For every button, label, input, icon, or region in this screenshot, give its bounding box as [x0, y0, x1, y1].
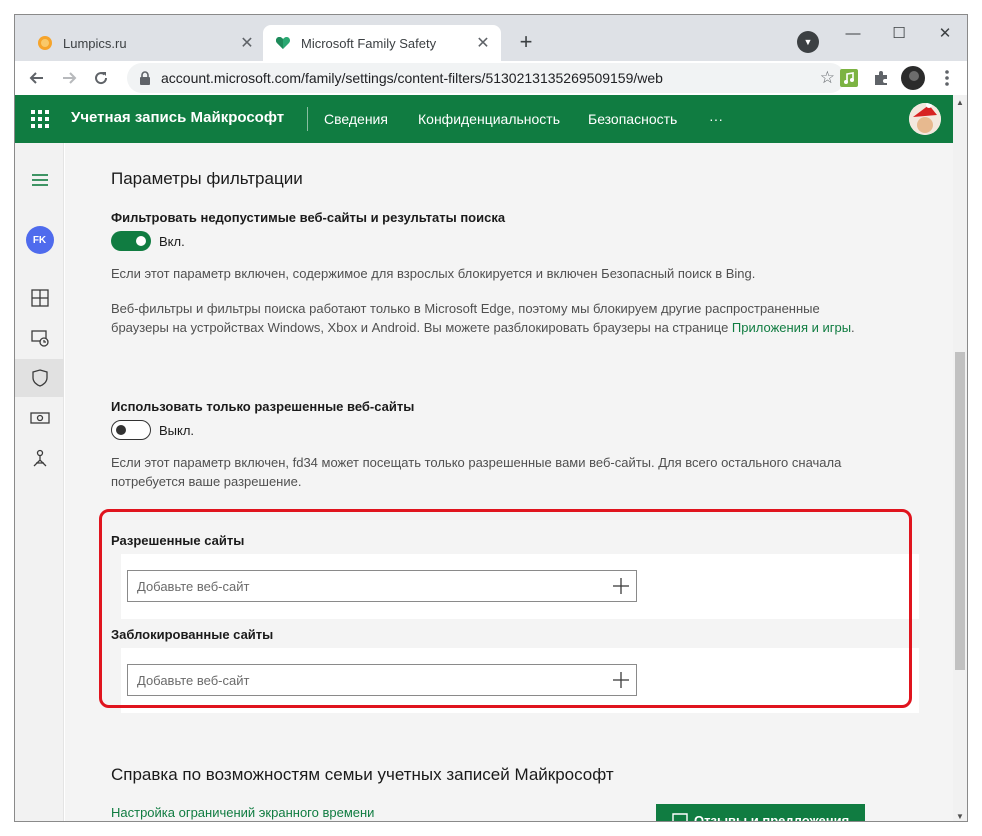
- allowed-site-placeholder: Добавьте веб-сайт: [137, 578, 250, 594]
- lock-icon: [140, 71, 150, 85]
- page-scrollbar[interactable]: ▲ ▼: [953, 95, 967, 821]
- url-text: account.microsoft.com/family/settings/co…: [161, 70, 663, 86]
- nav-info[interactable]: Сведения: [324, 111, 388, 127]
- nav-security[interactable]: Безопасность: [588, 111, 677, 127]
- allowed-site-input[interactable]: Добавьте веб-сайт: [127, 570, 637, 602]
- back-arrow-icon[interactable]: [23, 64, 51, 92]
- scrollbar-thumb[interactable]: [955, 352, 965, 670]
- blocked-site-placeholder: Добавьте веб-сайт: [137, 672, 250, 688]
- reload-icon[interactable]: [87, 64, 115, 92]
- music-extension-icon[interactable]: [839, 68, 859, 88]
- tab-family-safety[interactable]: Microsoft Family Safety ✕: [263, 25, 501, 61]
- tab-title: Microsoft Family Safety: [301, 35, 437, 51]
- app-header: Учетная запись Майкрософт Сведения Конфи…: [15, 95, 953, 143]
- allowed-only-label: Использовать только разрешенные веб-сайт…: [111, 399, 415, 414]
- feedback-button[interactable]: Отзывы и предложения: [656, 804, 866, 822]
- member-initials: FK: [25, 226, 54, 254]
- tab-title: Lumpics.ru: [63, 35, 127, 51]
- bookmark-star-icon[interactable]: ☆: [820, 68, 835, 88]
- family-safety-heart-icon: [275, 37, 291, 49]
- allowed-only-state: Выкл.: [159, 423, 195, 438]
- screen-time-icon[interactable]: [15, 319, 64, 357]
- blocked-site-input[interactable]: Добавьте веб-сайт: [127, 664, 637, 696]
- lumpics-favicon-icon: [38, 36, 52, 50]
- overview-grid-icon[interactable]: [15, 279, 64, 317]
- chat-bubble-icon: [672, 813, 688, 821]
- find-family-location-icon[interactable]: [15, 439, 64, 477]
- hamburger-menu-icon[interactable]: [15, 161, 64, 199]
- header-divider: [307, 107, 308, 131]
- filters-section-title: Параметры фильтрации: [111, 169, 303, 188]
- allowed-only-desc: Если этот параметр включен, fd34 может п…: [111, 455, 842, 489]
- tab-lumpics[interactable]: Lumpics.ru ✕: [25, 25, 265, 61]
- minimize-button[interactable]: —: [831, 19, 875, 47]
- feedback-button-label: Отзывы и предложения: [694, 812, 850, 822]
- close-window-button[interactable]: ✕: [923, 19, 967, 47]
- tab-close-icon[interactable]: ✕: [471, 31, 495, 55]
- browsers-note: Веб-фильтры и фильтры поиска работают то…: [111, 299, 881, 337]
- inappropriate-filter-label: Фильтровать недопустимые веб-сайты и рез…: [111, 210, 506, 225]
- add-blocked-site-plus-icon[interactable]: [606, 665, 636, 695]
- allowed-sites-title: Разрешенные сайты: [111, 533, 245, 548]
- maximize-button[interactable]: ☐: [877, 19, 921, 47]
- allowed-sites-panel: Добавьте веб-сайт: [121, 554, 919, 619]
- browsers-note-end: .: [851, 320, 855, 335]
- spending-money-icon[interactable]: [15, 399, 64, 437]
- main-content: Параметры фильтрации Фильтровать недопус…: [65, 143, 953, 822]
- address-bar[interactable]: account.microsoft.com/family/settings/co…: [127, 63, 845, 93]
- browser-window: Lumpics.ru ✕ Microsoft Family Safety ✕ +…: [14, 14, 968, 822]
- help-section-title: Справка по возможностям семьи учетных за…: [111, 765, 614, 784]
- account-avatar[interactable]: [909, 103, 941, 135]
- allowed-only-toggle[interactable]: [111, 420, 151, 440]
- profile-avatar[interactable]: [901, 66, 925, 90]
- extensions-puzzle-icon[interactable]: [871, 68, 891, 88]
- blocked-sites-title: Заблокированные сайты: [111, 627, 274, 642]
- scroll-down-arrow-icon[interactable]: ▼: [953, 809, 967, 821]
- add-allowed-site-plus-icon[interactable]: [606, 571, 636, 601]
- content-filters-shield-icon[interactable]: [15, 359, 64, 397]
- app-launcher-waffle-icon[interactable]: [31, 110, 49, 128]
- scroll-up-arrow-icon[interactable]: ▲: [953, 95, 967, 109]
- inappropriate-filter-desc: Если этот параметр включен, содержимое д…: [111, 266, 756, 281]
- apps-and-games-link[interactable]: Приложения и игры: [732, 320, 851, 335]
- brand-title[interactable]: Учетная запись Майкрософт: [71, 109, 284, 126]
- forward-arrow-icon[interactable]: [55, 64, 83, 92]
- member-avatar[interactable]: FK: [15, 221, 64, 259]
- menu-kebab-icon[interactable]: [937, 68, 957, 88]
- inappropriate-filter-toggle[interactable]: [111, 231, 151, 251]
- left-sidebar: FK: [15, 143, 64, 821]
- nav-more[interactable]: ···: [709, 111, 723, 127]
- browser-toolbar: account.microsoft.com/family/settings/co…: [15, 61, 967, 95]
- new-tab-button[interactable]: +: [513, 29, 539, 55]
- browsers-note-text: Веб-фильтры и фильтры поиска работают то…: [111, 301, 820, 335]
- tab-search-chevron-icon[interactable]: ▼: [797, 31, 819, 53]
- nav-privacy[interactable]: Конфиденциальность: [418, 111, 560, 127]
- blocked-sites-panel: Добавьте веб-сайт: [121, 648, 919, 713]
- tab-close-icon[interactable]: ✕: [235, 31, 259, 55]
- screen-time-limits-link[interactable]: Настройка ограничений экранного времени: [111, 805, 374, 820]
- inappropriate-filter-state: Вкл.: [159, 234, 185, 249]
- tab-strip: Lumpics.ru ✕ Microsoft Family Safety ✕ +…: [15, 15, 967, 61]
